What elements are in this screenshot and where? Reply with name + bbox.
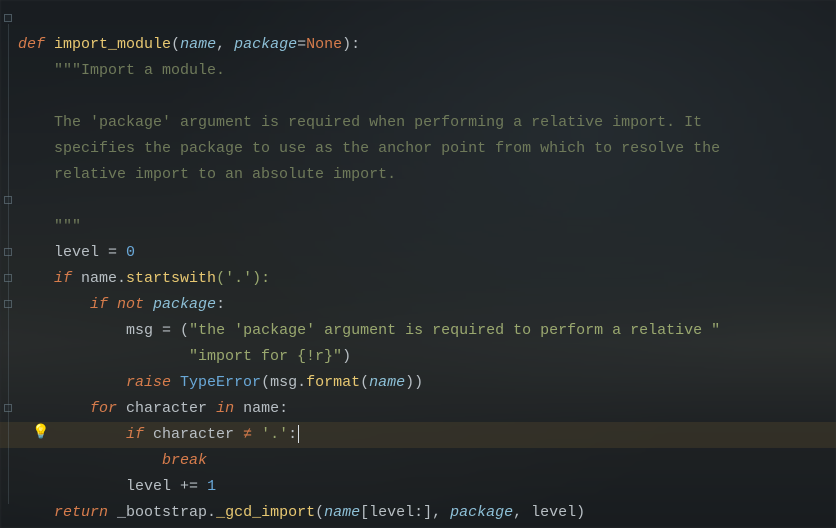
number: 1: [207, 478, 216, 495]
keyword: return: [54, 504, 108, 521]
method: format: [306, 374, 360, 391]
fold-marker-icon[interactable]: [4, 196, 12, 204]
fold-guide: [8, 24, 9, 504]
code-editor[interactable]: def import_module(name, package=None): "…: [18, 6, 720, 526]
keyword: if: [54, 270, 72, 287]
code-line: level = 0: [18, 244, 135, 261]
code-line: level += 1: [18, 478, 216, 495]
code-line: specifies the package to use as the anch…: [18, 140, 720, 157]
parameter: name: [180, 36, 216, 53]
docstring: """: [54, 218, 81, 235]
cursor-icon: [298, 425, 299, 443]
code-line: if name.startswith('.'):: [18, 270, 270, 287]
code-line: """: [18, 218, 81, 235]
code-line: The 'package' argument is required when …: [18, 114, 702, 131]
keyword: if: [126, 426, 144, 443]
code-line: raise TypeError(msg.format(name)): [18, 374, 423, 391]
docstring: relative import to an absolute import.: [54, 166, 396, 183]
code-line: def import_module(name, package=None):: [18, 36, 360, 53]
code-line: """Import a module.: [18, 62, 225, 79]
code-line: break: [18, 452, 207, 469]
fold-marker-icon[interactable]: [4, 404, 12, 412]
code-line: for character in name:: [18, 400, 288, 417]
keyword: raise: [126, 374, 171, 391]
fold-marker-icon[interactable]: [4, 300, 12, 308]
string: '.': [252, 426, 288, 443]
keyword: def: [18, 36, 45, 53]
function-name: import_module: [54, 36, 171, 53]
docstring: The 'package' argument is required when …: [54, 114, 702, 131]
code-line: relative import to an absolute import.: [18, 166, 396, 183]
lightbulb-icon[interactable]: 💡: [32, 420, 49, 446]
code-line: return _bootstrap._gcd_import(name[level…: [18, 504, 585, 521]
method: startswith: [126, 270, 216, 287]
docstring: """Import a module.: [54, 62, 225, 79]
code-line: if not package:: [18, 296, 225, 313]
number: 0: [126, 244, 135, 261]
fold-marker-icon[interactable]: [4, 14, 12, 22]
builtin-type: TypeError: [171, 374, 261, 391]
fold-marker-icon[interactable]: [4, 248, 12, 256]
default-value: None: [306, 36, 342, 53]
method: _gcd_import: [216, 504, 315, 521]
string: "import for {!r}": [189, 348, 342, 365]
code-line: if character ≠ '.':: [18, 426, 299, 443]
gutter: [0, 0, 18, 528]
string: "the 'package' argument is required to p…: [189, 322, 720, 339]
operator: ≠: [243, 426, 252, 443]
keyword: break: [162, 452, 207, 469]
fold-marker-icon[interactable]: [4, 274, 12, 282]
keyword: in: [216, 400, 234, 417]
keyword: not: [108, 296, 153, 313]
keyword: for: [90, 400, 117, 417]
parameter: package: [234, 36, 297, 53]
code-line: "import for {!r}"): [18, 348, 351, 365]
code-line: msg = ("the 'package' argument is requir…: [18, 322, 720, 339]
docstring: specifies the package to use as the anch…: [54, 140, 720, 157]
keyword: if: [90, 296, 108, 313]
